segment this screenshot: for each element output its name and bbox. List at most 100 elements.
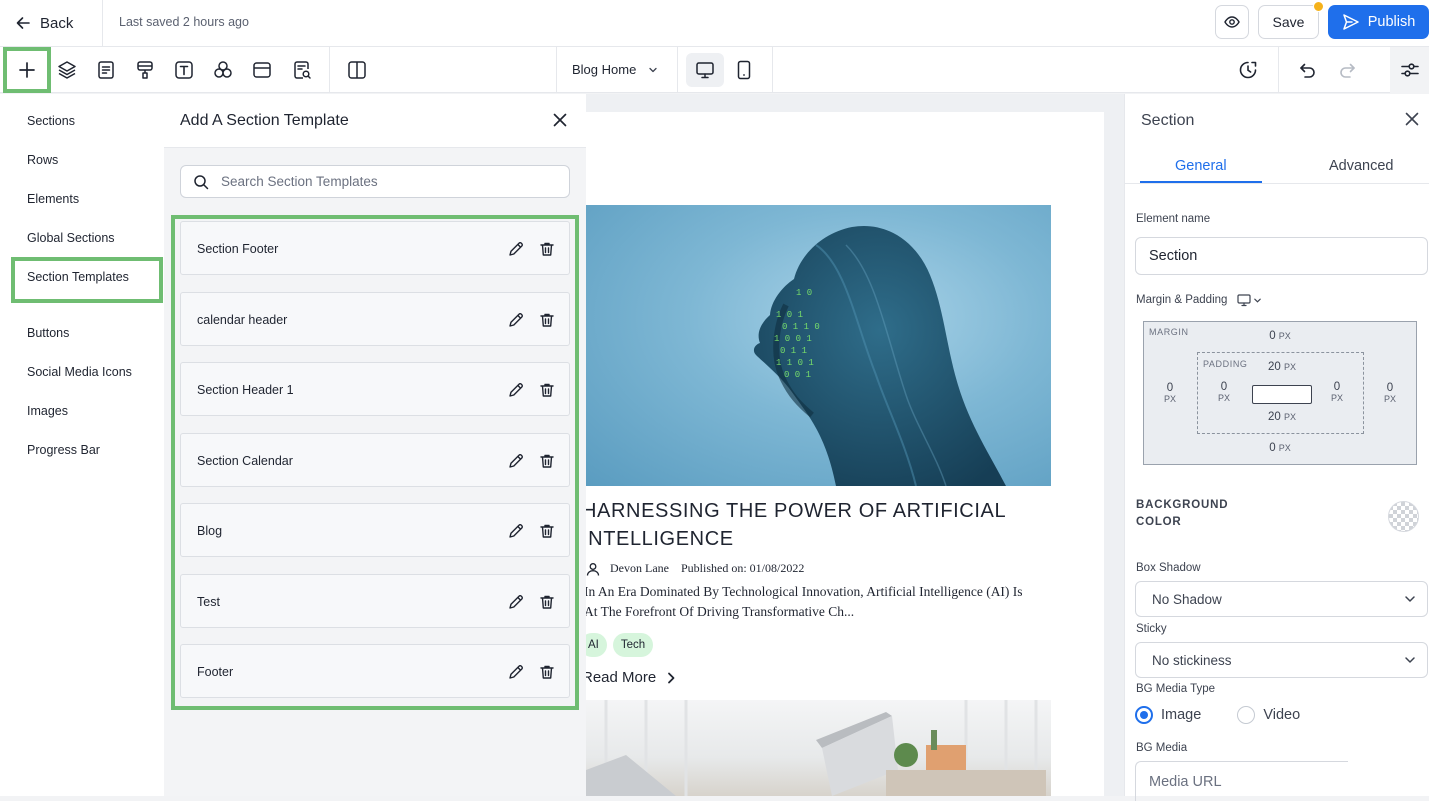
margin-top-number: 0 (1269, 330, 1276, 342)
padding-right-unit: PX (1330, 393, 1343, 403)
editor-canvas[interactable]: 1 0 1 0 1 1 0 1 0 0 1 0 1 1 1 1 0 1 0 0 … (586, 94, 1124, 796)
template-item[interactable]: Section Footer (180, 221, 570, 275)
tag-chip[interactable]: Tech (612, 633, 654, 657)
padding-caption: PADDING (1203, 359, 1248, 369)
publish-button[interactable]: Publish (1328, 5, 1429, 39)
nav-item-social-media-icons[interactable]: Social Media Icons (27, 365, 132, 379)
post-title[interactable]: HARNESSING THE POWER OF ARTIFICIAL INTEL… (586, 497, 1042, 553)
sticky-select[interactable]: No stickiness (1135, 642, 1428, 678)
page-selector[interactable]: Blog Home (572, 62, 658, 77)
template-item-label: calendar header (197, 313, 288, 327)
nav-item-rows[interactable]: Rows (27, 153, 58, 167)
nav-item-global-sections[interactable]: Global Sections (27, 231, 115, 245)
settings-sliders-icon (1400, 63, 1419, 77)
close-panel-button[interactable] (551, 111, 569, 129)
nav-item-buttons[interactable]: Buttons (27, 326, 69, 340)
template-search[interactable] (180, 165, 570, 198)
edit-template-button[interactable] (507, 663, 525, 681)
delete-template-button[interactable] (538, 452, 556, 470)
add-element-button[interactable] (3, 47, 51, 93)
delete-template-button[interactable] (538, 240, 556, 258)
split-view-button[interactable] (346, 59, 368, 81)
tab-general[interactable]: General (1175, 158, 1227, 174)
delete-template-button[interactable] (538, 593, 556, 611)
plus-icon (19, 62, 35, 78)
edit-template-button[interactable] (507, 311, 525, 329)
box-shadow-select[interactable]: No Shadow (1135, 581, 1428, 617)
delete-template-button[interactable] (538, 381, 556, 399)
layers-button[interactable] (56, 59, 78, 81)
margin-bottom-value[interactable]: 0 PX (1264, 442, 1296, 454)
nav-item-images[interactable]: Images (27, 404, 68, 418)
settings-panel-button[interactable] (1390, 47, 1429, 93)
delete-template-button[interactable] (538, 663, 556, 681)
seo-button[interactable] (291, 59, 313, 81)
post-excerpt[interactable]: In An Era Dominated By Technological Inn… (586, 582, 1049, 622)
typography-button[interactable] (173, 59, 195, 81)
styles-button[interactable] (134, 59, 156, 81)
padding-left-value[interactable]: 0 PX (1212, 381, 1236, 403)
undo-button[interactable] (1296, 59, 1318, 81)
edit-template-button[interactable] (507, 522, 525, 540)
save-button[interactable]: Save (1258, 5, 1319, 39)
background-color-swatch[interactable] (1388, 501, 1419, 532)
template-item[interactable]: calendar header (180, 292, 570, 346)
redo-button[interactable] (1337, 59, 1359, 81)
close-properties-button[interactable] (1403, 110, 1421, 128)
properties-tabs: General Advanced (1125, 148, 1429, 184)
pages-button[interactable] (95, 59, 117, 81)
nav-item-section-templates[interactable]: Section Templates (27, 270, 129, 284)
margin-right-number: 0 (1386, 382, 1394, 394)
elements-button[interactable] (212, 59, 234, 81)
template-search-input[interactable] (221, 174, 541, 189)
margin-left-value[interactable]: 0 PX (1158, 382, 1182, 404)
blog-page[interactable]: 1 0 1 0 1 1 0 1 0 0 1 0 1 1 1 1 0 1 0 0 … (586, 112, 1104, 796)
template-item[interactable]: Section Header 1 (180, 362, 570, 416)
padding-right-value[interactable]: 0 PX (1325, 381, 1349, 403)
media-url-field[interactable]: Media URL (1135, 761, 1348, 801)
bg-media-type-options: Image Video (1135, 706, 1300, 724)
post-tags: AI Tech (586, 633, 654, 657)
padding-bottom-value[interactable]: 20 PX (1262, 411, 1302, 423)
blog-post-image[interactable]: 1 0 1 0 1 1 0 1 0 0 1 0 1 1 1 1 0 1 0 0 … (586, 205, 1051, 486)
delete-template-button[interactable] (538, 311, 556, 329)
template-item[interactable]: Test (180, 574, 570, 628)
padding-top-value[interactable]: 20 PX (1262, 361, 1302, 373)
radio-video[interactable] (1237, 706, 1256, 724)
delete-template-button[interactable] (538, 522, 556, 540)
divider (556, 47, 557, 93)
radio-image[interactable] (1135, 706, 1153, 724)
element-name-field[interactable]: Section (1135, 237, 1428, 275)
template-item[interactable]: Section Calendar (180, 433, 570, 487)
blog-post-image[interactable] (586, 700, 1051, 796)
box-shadow-value: No Shadow (1152, 591, 1222, 607)
template-item[interactable]: Blog (180, 503, 570, 557)
preview-button[interactable] (1215, 5, 1249, 39)
edit-template-button[interactable] (507, 452, 525, 470)
user-icon (586, 562, 600, 576)
device-toggle[interactable] (1237, 293, 1262, 307)
mobile-view-button[interactable] (729, 53, 759, 87)
margin-top-value[interactable]: 0 PX (1264, 330, 1296, 342)
margin-padding-text: Margin & Padding (1136, 294, 1228, 306)
panel-header: Add A Section Template (164, 94, 586, 148)
edit-template-button[interactable] (507, 593, 525, 611)
nav-item-sections[interactable]: Sections (27, 114, 75, 128)
pencil-icon (509, 313, 523, 327)
popups-button[interactable] (251, 59, 273, 81)
history-button[interactable] (1237, 59, 1259, 81)
read-more-link[interactable]: Read More (586, 669, 676, 686)
padding-right-number: 0 (1333, 381, 1341, 393)
edit-template-button[interactable] (507, 240, 525, 258)
nav-item-progress-bar[interactable]: Progress Bar (27, 443, 100, 457)
tag-chip[interactable]: AI (586, 633, 607, 657)
desktop-view-button[interactable] (686, 53, 724, 87)
edit-template-button[interactable] (507, 381, 525, 399)
margin-right-value[interactable]: 0 PX (1378, 382, 1402, 404)
close-icon (553, 113, 567, 127)
nav-item-elements[interactable]: Elements (27, 192, 79, 206)
back-button[interactable]: Back (16, 12, 73, 34)
tab-advanced[interactable]: Advanced (1329, 158, 1394, 174)
template-item[interactable]: Footer (180, 644, 570, 698)
padding-left-number: 0 (1220, 381, 1228, 393)
